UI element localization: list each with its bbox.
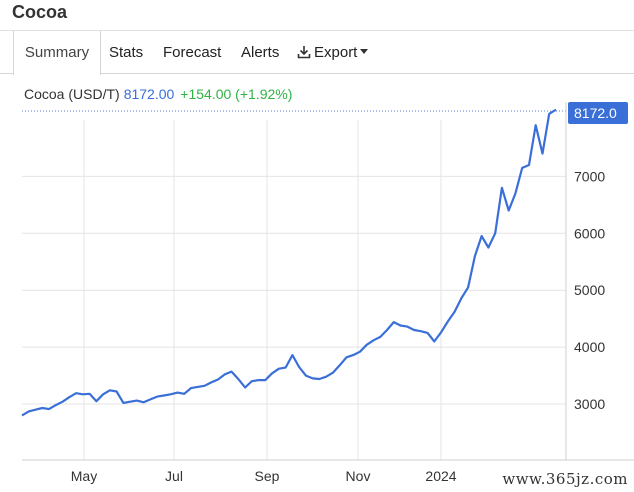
chart-grid xyxy=(22,120,566,460)
x-tick-label: Jul xyxy=(165,468,183,484)
price-chart[interactable]: 3000 4000 5000 6000 7000 May Jul Sep Nov 2024 81… xyxy=(0,0,634,492)
y-tick-label: 6000 xyxy=(574,225,605,241)
y-axis-ticks: 3000 4000 5000 6000 7000 xyxy=(574,168,605,412)
x-tick-label: May xyxy=(71,468,97,484)
x-tick-label: 2024 xyxy=(425,468,456,484)
y-tick-label: 7000 xyxy=(574,168,605,184)
current-value-label: 8172.0 xyxy=(574,105,617,121)
watermark: www.365jz.com xyxy=(502,470,628,488)
y-tick-label: 5000 xyxy=(574,282,605,298)
x-axis-ticks: May Jul Sep Nov 2024 xyxy=(71,468,457,484)
y-tick-label: 4000 xyxy=(574,339,605,355)
series-line xyxy=(21,108,557,417)
x-tick-label: Sep xyxy=(255,468,280,484)
y-tick-label: 3000 xyxy=(574,396,605,412)
x-tick-label: Nov xyxy=(346,468,371,484)
